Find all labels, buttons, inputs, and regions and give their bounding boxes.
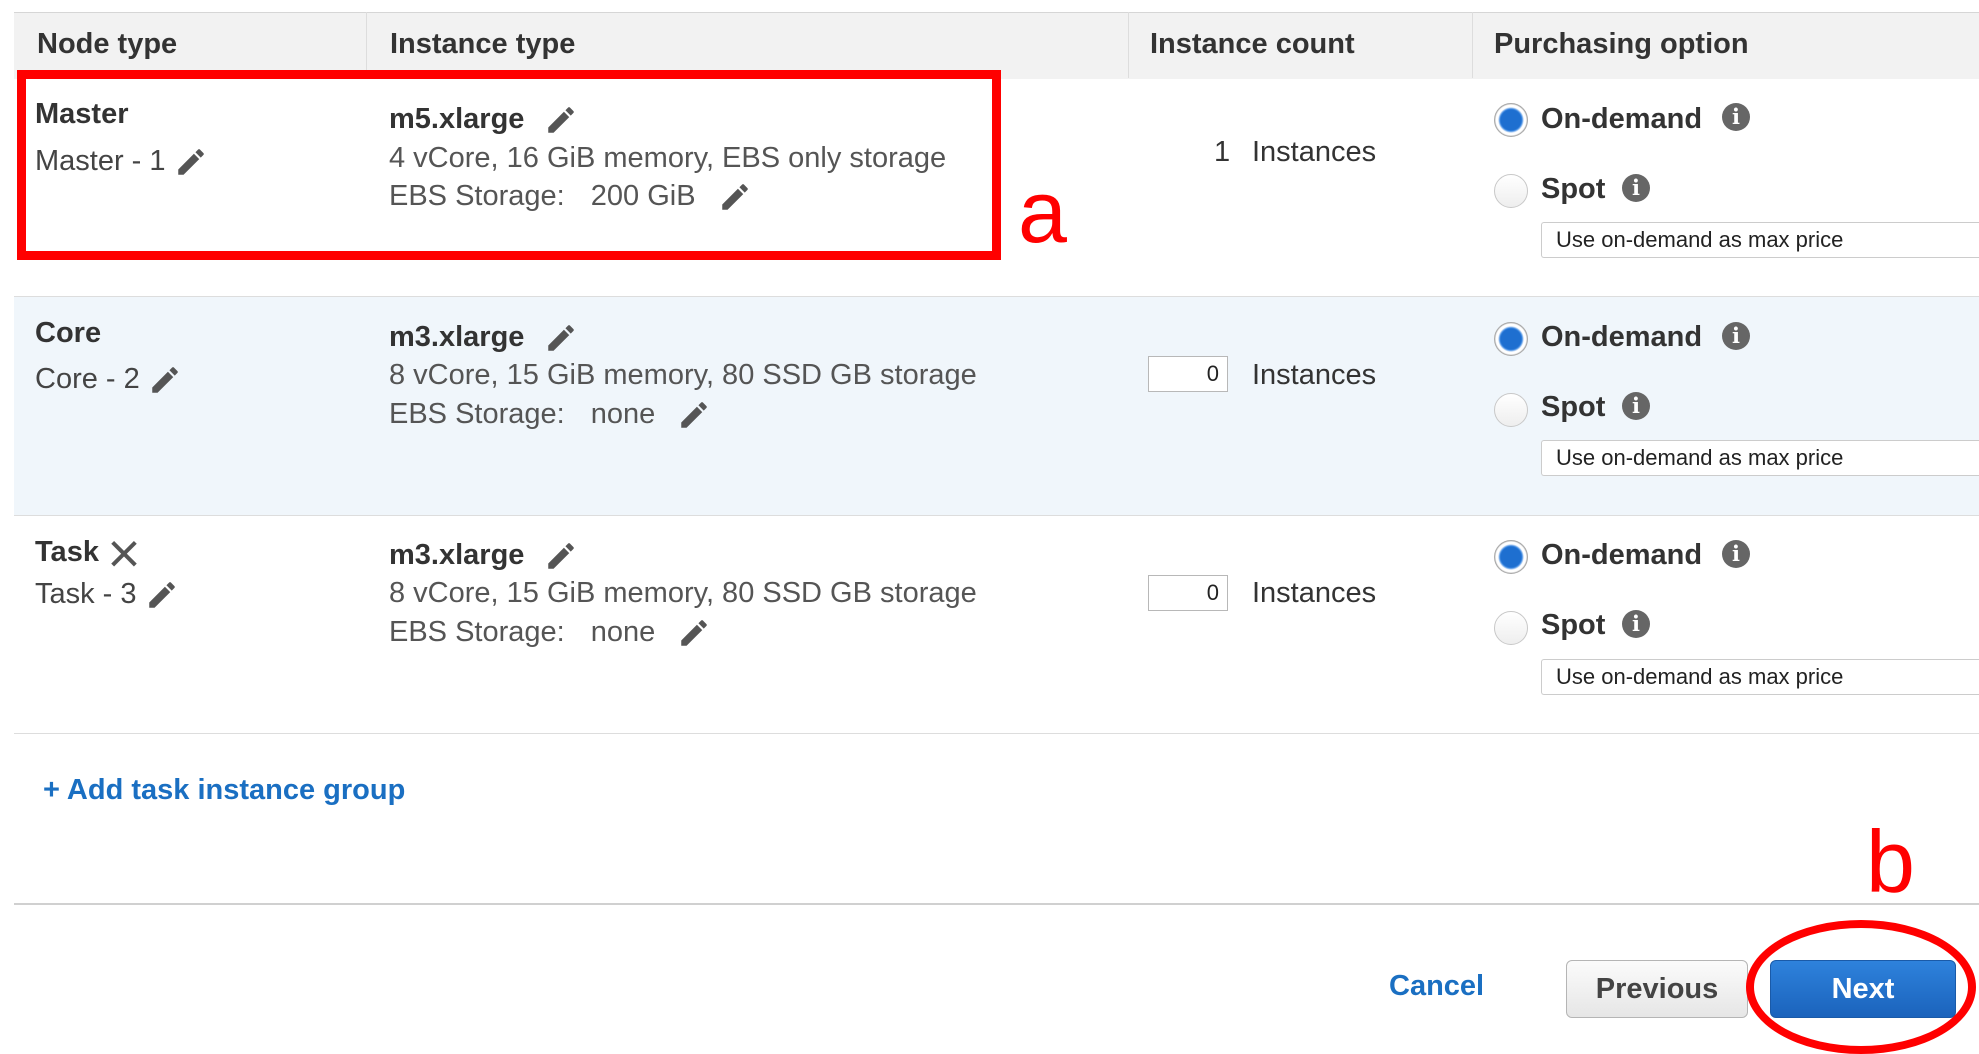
instance-count-input[interactable]: 0 — [1148, 356, 1228, 392]
instance-count-value: 1 — [1214, 136, 1231, 168]
instance-type: m3.xlarge — [389, 539, 578, 573]
ebs-storage-value: none — [590, 398, 656, 430]
info-icon[interactable]: i — [1622, 610, 1650, 638]
spot-label: Spot — [1541, 609, 1606, 641]
cancel-button[interactable]: Cancel — [1389, 970, 1484, 1003]
ebs-storage-value: none — [590, 616, 656, 648]
pencil-icon[interactable] — [145, 578, 179, 612]
previous-button[interactable]: Previous — [1566, 960, 1748, 1018]
header-instance-count: Instance count — [1150, 28, 1355, 60]
instance-specs: 8 vCore, 15 GiB memory, 80 SSD GB storag… — [389, 359, 977, 391]
spot-label: Spot — [1541, 173, 1606, 205]
node-name-text: Core - 2 — [35, 363, 140, 395]
instance-type-text: m3.xlarge — [389, 321, 525, 353]
node-type-label: Task — [35, 536, 99, 568]
column-divider — [1472, 12, 1473, 78]
annotation-label-b: b — [1866, 812, 1915, 911]
instance-count-input[interactable]: 0 — [1148, 575, 1228, 611]
spot-radio[interactable] — [1494, 611, 1528, 645]
node-type: Task — [35, 536, 141, 570]
ebs-storage-label: EBS Storage: — [389, 398, 565, 430]
node-type-label: Core — [35, 317, 102, 349]
info-icon[interactable]: i — [1722, 103, 1750, 131]
node-name: Task - 3 — [35, 578, 179, 612]
ebs-storage: EBS Storage: none — [389, 616, 711, 650]
node-name: Core - 2 — [35, 363, 182, 397]
info-icon[interactable]: i — [1622, 392, 1650, 420]
header-purchasing-option: Purchasing option — [1494, 28, 1749, 60]
info-icon[interactable]: i — [1622, 174, 1650, 202]
pencil-icon[interactable] — [677, 616, 711, 650]
instance-count-unit: Instances — [1252, 136, 1377, 168]
annotation-label-a: a — [1018, 162, 1067, 261]
instance-specs: 8 vCore, 15 GiB memory, 80 SSD GB storag… — [389, 577, 977, 609]
column-divider — [1128, 12, 1129, 78]
spot-radio[interactable] — [1494, 174, 1528, 208]
row-separator — [14, 733, 1979, 734]
instance-type-text: m3.xlarge — [389, 539, 525, 571]
footer-divider — [14, 903, 1979, 905]
on-demand-label: On-demand — [1541, 103, 1703, 135]
row-separator — [14, 515, 1979, 516]
column-divider — [366, 12, 367, 78]
ebs-storage: EBS Storage: none — [389, 398, 711, 432]
instance-count-unit: Instances — [1252, 359, 1377, 391]
ebs-storage-label: EBS Storage: — [389, 616, 565, 648]
row-separator — [14, 296, 1979, 297]
on-demand-radio[interactable] — [1494, 322, 1528, 356]
max-price-select[interactable]: Use on-demand as max price — [1541, 222, 1979, 258]
pencil-icon[interactable] — [148, 363, 182, 397]
node-name-text: Task - 3 — [35, 578, 137, 610]
annotation-ellipse-b — [1746, 920, 1976, 1054]
on-demand-label: On-demand — [1541, 539, 1703, 571]
max-price-select[interactable]: Use on-demand as max price — [1541, 440, 1979, 476]
pencil-icon[interactable] — [544, 321, 578, 355]
max-price-select[interactable]: Use on-demand as max price — [1541, 659, 1979, 695]
on-demand-label: On-demand — [1541, 321, 1703, 353]
header-node-type: Node type — [37, 28, 178, 60]
header-instance-type: Instance type — [390, 28, 576, 60]
close-icon[interactable] — [107, 536, 141, 570]
pencil-icon[interactable] — [544, 539, 578, 573]
spot-radio[interactable] — [1494, 393, 1528, 427]
pencil-icon[interactable] — [677, 398, 711, 432]
info-icon[interactable]: i — [1722, 540, 1750, 568]
info-icon[interactable]: i — [1722, 322, 1750, 350]
add-task-instance-group-link[interactable]: + Add task instance group — [43, 774, 405, 807]
on-demand-radio[interactable] — [1494, 103, 1528, 137]
instance-type: m3.xlarge — [389, 321, 578, 355]
instance-count-unit: Instances — [1252, 577, 1377, 609]
annotation-box-a — [17, 70, 1001, 260]
spot-label: Spot — [1541, 391, 1606, 423]
on-demand-radio[interactable] — [1494, 540, 1528, 574]
